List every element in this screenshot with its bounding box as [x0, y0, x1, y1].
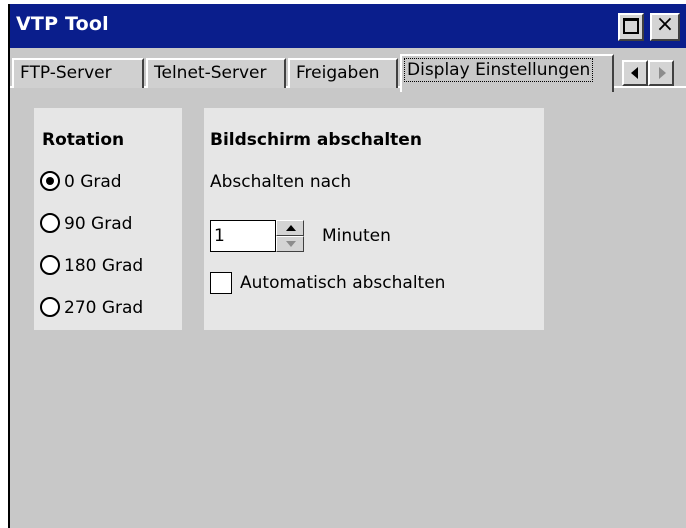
window-title: VTP Tool [16, 13, 109, 35]
tab-freigaben[interactable]: Freigaben [288, 58, 398, 88]
tab-scroll-buttons [622, 60, 674, 86]
spin-down-icon [286, 241, 296, 247]
minutes-unit-label: Minuten [322, 226, 391, 246]
tab-content-display: Rotation 0 Grad 90 Grad 180 Grad 270 Gra… [10, 94, 686, 528]
spin-up-icon [286, 225, 296, 231]
screen-off-after-label: Abschalten nach [210, 172, 352, 192]
radio-button[interactable] [40, 213, 60, 233]
auto-off-label[interactable]: Automatisch abschalten [240, 273, 445, 293]
radio-label: 180 Grad [64, 256, 144, 276]
app-window: VTP Tool × FTP-Server Telnet-Server Frei… [8, 4, 686, 528]
radio-button[interactable] [40, 171, 60, 191]
tab-label: FTP-Server [20, 63, 112, 83]
maximize-icon [623, 18, 639, 34]
screen-off-group: Bildschirm abschalten Abschalten nach Mi… [204, 108, 544, 330]
radio-button[interactable] [40, 297, 60, 317]
auto-off-checkbox[interactable] [210, 272, 232, 294]
tab-label: Display Einstellungen [404, 58, 594, 82]
close-icon: × [655, 12, 675, 37]
tab-label: Telnet-Server [154, 63, 267, 83]
chevron-left-icon [631, 67, 638, 79]
tab-divider-right [614, 86, 686, 88]
close-button[interactable]: × [650, 12, 680, 41]
tab-scroll-right-button[interactable] [648, 60, 674, 86]
rotation-heading: Rotation [42, 130, 125, 150]
tab-telnet-server[interactable]: Telnet-Server [146, 58, 286, 88]
tab-strip: FTP-Server Telnet-Server Freigaben Displ… [10, 48, 686, 94]
radio-selected-dot [46, 177, 54, 185]
tab-scroll-left-button[interactable] [622, 60, 648, 86]
radio-label: 90 Grad [64, 214, 133, 234]
screen-off-heading: Bildschirm abschalten [210, 130, 422, 150]
minutes-input[interactable] [210, 220, 276, 252]
chevron-right-icon [659, 67, 666, 79]
radio-label: 270 Grad [64, 298, 144, 318]
tab-display-einstellungen[interactable]: Display Einstellungen [400, 54, 614, 92]
rotation-group: Rotation 0 Grad 90 Grad 180 Grad 270 Gra… [34, 108, 182, 330]
radio-label: 0 Grad [64, 172, 122, 192]
tab-label: Freigaben [296, 63, 380, 83]
radio-button[interactable] [40, 255, 60, 275]
title-bar[interactable]: VTP Tool × [10, 4, 686, 48]
minutes-increment-button[interactable] [276, 220, 304, 236]
minutes-decrement-button[interactable] [276, 236, 304, 252]
maximize-button[interactable] [618, 13, 644, 41]
tab-ftp-server[interactable]: FTP-Server [12, 58, 144, 88]
